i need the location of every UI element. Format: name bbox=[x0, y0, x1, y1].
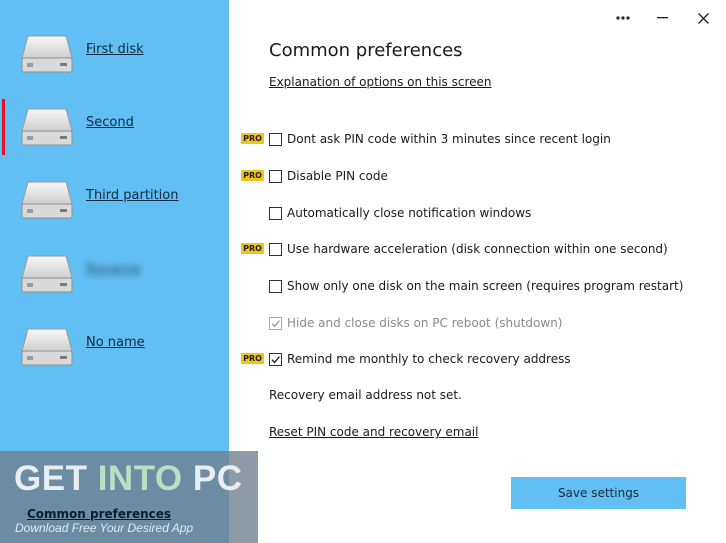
minimize-button[interactable] bbox=[647, 6, 677, 30]
hard-disk-icon bbox=[20, 105, 74, 149]
option-checkbox bbox=[269, 317, 282, 330]
watermark-subtitle: Download Free Your Desired App bbox=[15, 521, 194, 535]
option-checkbox[interactable] bbox=[269, 170, 282, 183]
option-label: Dont ask PIN code within 3 minutes since… bbox=[287, 132, 611, 146]
option-row[interactable]: Automatically close notification windows bbox=[240, 205, 720, 223]
hard-disk-icon bbox=[20, 325, 74, 369]
pro-badge: PRO bbox=[241, 133, 264, 144]
option-label: Automatically close notification windows bbox=[287, 206, 532, 220]
disk-label: Second bbox=[86, 115, 134, 130]
watermark-logo: GET INTO PC bbox=[14, 459, 243, 499]
more-options-button[interactable] bbox=[608, 6, 638, 30]
option-checkbox[interactable] bbox=[269, 280, 282, 293]
option-row[interactable]: PRO Remind me monthly to check recovery a… bbox=[240, 351, 720, 369]
disk-label: Third partition bbox=[86, 188, 179, 203]
option-row[interactable]: PRO Disable PIN code bbox=[240, 168, 720, 186]
option-checkbox[interactable] bbox=[269, 207, 282, 220]
option-label: Hide and close disks on PC reboot (shutd… bbox=[287, 316, 563, 330]
check-mark-icon bbox=[271, 320, 280, 328]
watermark-into: INTO bbox=[97, 459, 183, 498]
option-label: Show only one disk on the main screen (r… bbox=[287, 279, 684, 293]
selection-indicator bbox=[2, 99, 5, 155]
pro-badge: PRO bbox=[241, 353, 264, 364]
watermark-get: GET bbox=[14, 459, 98, 498]
watermark-pc: PC bbox=[182, 459, 243, 498]
disk-item-second[interactable]: Second bbox=[0, 99, 229, 159]
explanation-link[interactable]: Explanation of options on this screen bbox=[269, 75, 492, 89]
disk-item-first[interactable]: First disk bbox=[0, 26, 229, 86]
option-checkbox[interactable] bbox=[269, 353, 282, 366]
disk-label: First disk bbox=[86, 42, 144, 57]
disk-item-fifth[interactable]: No name bbox=[0, 319, 229, 379]
option-checkbox[interactable] bbox=[269, 243, 282, 256]
disk-label: No name bbox=[86, 335, 145, 350]
more-dots-icon bbox=[616, 16, 630, 20]
hard-disk-icon bbox=[20, 178, 74, 222]
option-row[interactable]: Hide and close disks on PC reboot (shutd… bbox=[240, 315, 720, 333]
option-label: Use hardware acceleration (disk connecti… bbox=[287, 242, 668, 256]
check-mark-icon bbox=[271, 356, 280, 364]
disk-item-third[interactable]: Third partition bbox=[0, 172, 229, 232]
minimize-icon bbox=[656, 17, 668, 19]
option-label: Remind me monthly to check recovery addr… bbox=[287, 352, 571, 366]
pro-badge: PRO bbox=[241, 170, 264, 181]
option-row[interactable]: Show only one disk on the main screen (r… bbox=[240, 278, 720, 296]
hard-disk-icon bbox=[20, 32, 74, 76]
close-button[interactable] bbox=[688, 6, 718, 30]
option-checkbox[interactable] bbox=[269, 133, 282, 146]
close-icon bbox=[697, 12, 709, 24]
disk-item-fourth[interactable]: Noname bbox=[0, 246, 229, 306]
common-preferences-link[interactable]: Common preferences bbox=[27, 507, 171, 521]
pro-badge: PRO bbox=[241, 243, 264, 254]
watermark-banner: GET INTO PC Download Free Your Desired A… bbox=[0, 451, 258, 543]
page-title: Common preferences bbox=[269, 40, 463, 61]
option-row[interactable]: PRO Use hardware acceleration (disk conne… bbox=[240, 241, 720, 259]
option-label: Disable PIN code bbox=[287, 169, 388, 183]
option-row[interactable]: PRO Dont ask PIN code within 3 minutes si… bbox=[240, 131, 720, 149]
save-settings-button[interactable]: Save settings bbox=[511, 477, 686, 509]
disk-label: Noname bbox=[86, 262, 141, 277]
reset-pin-link[interactable]: Reset PIN code and recovery email bbox=[269, 425, 478, 439]
hard-disk-icon bbox=[20, 252, 74, 296]
recovery-status-text: Recovery email address not set. bbox=[269, 388, 462, 402]
